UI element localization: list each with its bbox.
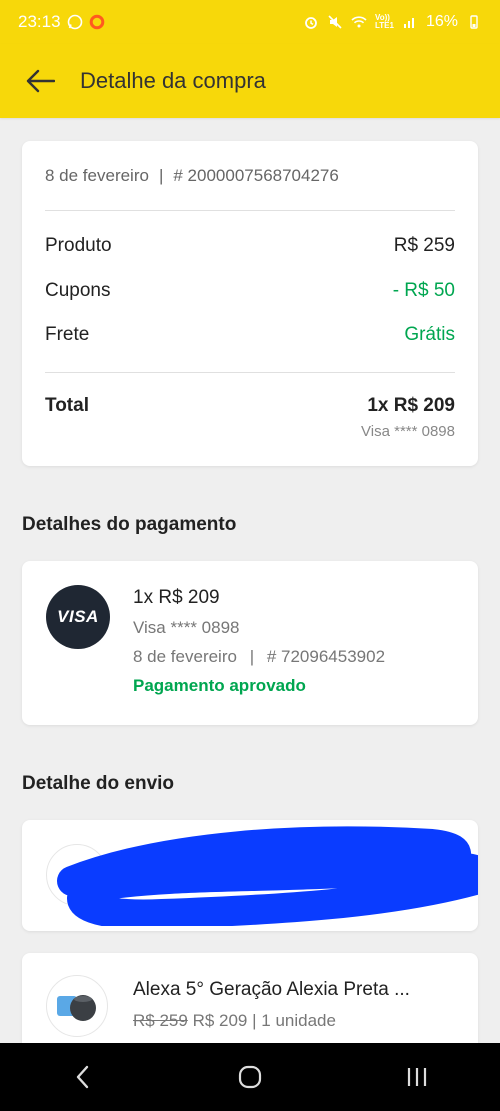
status-time: 23:13 bbox=[18, 12, 61, 31]
payment-card-number: Visa **** 0898 bbox=[133, 618, 240, 637]
row-value: R$ 259 bbox=[393, 235, 455, 257]
separator: | bbox=[252, 1011, 257, 1030]
mute-icon bbox=[328, 15, 342, 29]
nav-home-button[interactable] bbox=[220, 1043, 280, 1111]
shipping-card[interactable]: ... do ... ...o bbox=[22, 820, 478, 931]
alarm-icon bbox=[305, 17, 317, 29]
nav-recent-button[interactable] bbox=[387, 1043, 447, 1111]
battery-icon bbox=[470, 15, 478, 29]
product-quantity: 1 unidade bbox=[261, 1011, 336, 1030]
wifi-icon bbox=[351, 16, 367, 28]
product-price: R$ 209 bbox=[192, 1011, 248, 1030]
total-section: Total 1x R$ 209 Visa **** 0898 bbox=[45, 373, 455, 440]
network-indicator: Vo)) LTE1 bbox=[375, 13, 394, 30]
visa-logo-icon: VISA bbox=[46, 585, 110, 649]
three-bars-icon bbox=[407, 1068, 426, 1086]
payment-transaction-id: # 72096453902 bbox=[266, 647, 386, 666]
row-coupons: Cupons - R$ 50 bbox=[45, 269, 455, 314]
separator: | bbox=[249, 647, 255, 666]
total-label: Total bbox=[45, 395, 89, 416]
ring-notification-icon bbox=[89, 14, 104, 30]
payment-meta: 8 de fevereiro | # 72096453902 bbox=[133, 647, 385, 667]
payment-amount: 1x R$ 209 bbox=[133, 587, 220, 608]
smart-speaker-icon bbox=[57, 995, 96, 1021]
redaction-scribble bbox=[57, 826, 478, 926]
payment-status: Pagamento aprovado bbox=[133, 676, 306, 695]
row-product: Produto R$ 259 bbox=[45, 224, 455, 269]
product-title: Alexa 5° Geração Alexia Preta ... bbox=[133, 979, 410, 1000]
product-price-line: R$ 259 R$ 209 | 1 unidade bbox=[133, 1011, 336, 1031]
shipping-section-title: Detalhe do envio bbox=[22, 773, 175, 794]
row-label: Produto bbox=[45, 235, 112, 257]
system-nav-bar bbox=[0, 1043, 500, 1111]
order-date: 8 de fevereiro bbox=[45, 165, 149, 185]
app-bar: Detalhe da compra bbox=[0, 44, 500, 118]
separator: | bbox=[158, 165, 164, 185]
battery-percent: 16% bbox=[425, 13, 458, 30]
arrow-left-icon bbox=[26, 69, 55, 93]
signal-icon bbox=[403, 18, 414, 28]
product-old-price: R$ 259 bbox=[133, 1011, 188, 1030]
order-meta: 8 de fevereiro | # 2000007568704276 bbox=[45, 141, 455, 211]
price-breakdown: Produto R$ 259 Cupons - R$ 50 Frete Grát… bbox=[45, 211, 455, 373]
row-label: Frete bbox=[45, 324, 90, 346]
chevron-left-icon bbox=[77, 1065, 89, 1089]
order-id: # 2000007568704276 bbox=[173, 165, 339, 185]
payment-card[interactable]: VISA 1x R$ 209 Visa **** 0898 8 de fever… bbox=[22, 561, 478, 725]
nav-back-button[interactable] bbox=[53, 1043, 113, 1111]
row-shipping: Frete Grátis bbox=[45, 313, 455, 358]
back-button[interactable] bbox=[0, 44, 80, 118]
row-value: Grátis bbox=[404, 324, 455, 346]
total-value: 1x R$ 209 bbox=[367, 395, 455, 416]
payment-section-title: Detalhes do pagamento bbox=[22, 514, 237, 535]
order-summary-card: 8 de fevereiro | # 2000007568704276 Prod… bbox=[22, 141, 478, 466]
whatsapp-icon bbox=[67, 14, 82, 30]
payment-date: 8 de fevereiro bbox=[133, 647, 237, 666]
row-label: Cupons bbox=[45, 279, 111, 301]
row-value: - R$ 50 bbox=[392, 279, 455, 301]
product-thumbnail bbox=[46, 975, 108, 1037]
status-bar: 23:13 Vo)) LTE1 16% bbox=[0, 0, 500, 44]
page-title: Detalhe da compra bbox=[80, 68, 266, 93]
circle-home-icon bbox=[238, 1065, 262, 1089]
total-card: Visa **** 0898 bbox=[361, 423, 455, 440]
